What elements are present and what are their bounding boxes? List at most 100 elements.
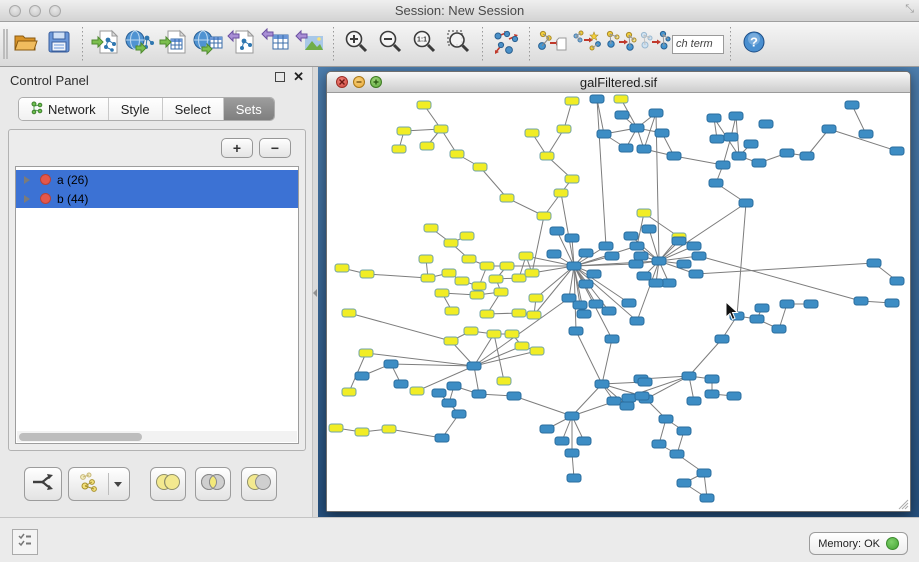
- graph-node[interactable]: [557, 125, 571, 133]
- graph-node[interactable]: [565, 97, 579, 105]
- import-table-file-button[interactable]: [157, 27, 191, 61]
- graph-node[interactable]: [442, 269, 456, 277]
- graph-node[interactable]: [515, 342, 529, 350]
- graph-node[interactable]: [630, 124, 644, 132]
- graph-node[interactable]: [417, 101, 431, 109]
- graph-node[interactable]: [750, 315, 764, 323]
- graph-node[interactable]: [707, 114, 721, 122]
- graph-node[interactable]: [729, 112, 743, 120]
- graph-node[interactable]: [589, 300, 603, 308]
- graph-node[interactable]: [705, 375, 719, 383]
- graph-node[interactable]: [421, 274, 435, 282]
- graph-node[interactable]: [577, 437, 591, 445]
- graph-node[interactable]: [659, 415, 673, 423]
- graph-node[interactable]: [329, 424, 343, 432]
- new-network-from-selection-button[interactable]: [536, 27, 570, 61]
- graph-node[interactable]: [444, 239, 458, 247]
- graph-node[interactable]: [649, 279, 663, 287]
- network-window-titlebar[interactable]: galFiltered.sif: [327, 72, 910, 93]
- graph-node[interactable]: [780, 149, 794, 157]
- graph-node[interactable]: [500, 262, 514, 270]
- graph-node[interactable]: [624, 232, 638, 240]
- graph-node[interactable]: [854, 297, 868, 305]
- graph-node[interactable]: [587, 270, 601, 278]
- graph-node[interactable]: [599, 242, 613, 250]
- graph-node[interactable]: [569, 327, 583, 335]
- graph-node[interactable]: [392, 145, 406, 153]
- graph-node[interactable]: [634, 252, 648, 260]
- graph-node[interactable]: [780, 300, 794, 308]
- collapse-panel-icon[interactable]: [313, 289, 317, 297]
- graph-node[interactable]: [444, 337, 458, 345]
- graph-node[interactable]: [487, 330, 501, 338]
- graph-node[interactable]: [442, 399, 456, 407]
- graph-node[interactable]: [565, 412, 579, 420]
- graph-node[interactable]: [890, 147, 904, 155]
- tab-style[interactable]: Style: [109, 98, 163, 120]
- graph-node[interactable]: [494, 288, 508, 296]
- graph-node[interactable]: [497, 377, 511, 385]
- graph-node[interactable]: [615, 111, 629, 119]
- set-row-a[interactable]: a (26): [16, 170, 298, 189]
- graph-node[interactable]: [410, 387, 424, 395]
- graph-node[interactable]: [602, 307, 616, 315]
- set-union-button[interactable]: [150, 467, 186, 501]
- graph-node[interactable]: [867, 259, 881, 267]
- graph-node[interactable]: [540, 152, 554, 160]
- close-network-icon[interactable]: [336, 76, 348, 88]
- graph-node[interactable]: [537, 212, 551, 220]
- graph-node[interactable]: [629, 260, 643, 268]
- tab-sets[interactable]: Sets: [224, 98, 274, 120]
- graph-node[interactable]: [605, 335, 619, 343]
- graph-node[interactable]: [649, 109, 663, 117]
- zoom-selected-region-button[interactable]: [442, 27, 476, 61]
- network-canvas[interactable]: [327, 93, 910, 511]
- graph-node[interactable]: [709, 179, 723, 187]
- graph-node[interactable]: [614, 95, 628, 103]
- graph-node[interactable]: [845, 101, 859, 109]
- graph-node[interactable]: [447, 382, 461, 390]
- task-history-button[interactable]: [12, 529, 38, 555]
- graph-node[interactable]: [744, 140, 758, 148]
- graph-node[interactable]: [590, 95, 604, 103]
- search-input[interactable]: [672, 35, 724, 54]
- graph-node[interactable]: [642, 225, 656, 233]
- graph-node[interactable]: [804, 300, 818, 308]
- graph-node[interactable]: [464, 327, 478, 335]
- graph-node[interactable]: [472, 390, 486, 398]
- graph-node[interactable]: [595, 380, 609, 388]
- graph-node[interactable]: [724, 133, 738, 141]
- export-network-button[interactable]: [225, 27, 259, 61]
- graph-node[interactable]: [335, 264, 349, 272]
- set-difference-button[interactable]: [241, 467, 277, 501]
- graph-node[interactable]: [682, 372, 696, 380]
- help-button[interactable]: ?: [737, 27, 771, 61]
- graph-node[interactable]: [565, 234, 579, 242]
- graph-node[interactable]: [697, 469, 711, 477]
- export-table-button[interactable]: [259, 27, 293, 61]
- graph-node[interactable]: [567, 474, 581, 482]
- graph-node[interactable]: [512, 274, 526, 282]
- graph-node[interactable]: [605, 252, 619, 260]
- scrollbar-thumb[interactable]: [19, 433, 142, 441]
- graph-node[interactable]: [687, 397, 701, 405]
- remove-set-button[interactable]: −: [259, 138, 291, 158]
- graph-node[interactable]: [700, 494, 714, 502]
- graph-node[interactable]: [462, 255, 476, 263]
- graph-node[interactable]: [419, 255, 433, 263]
- select-hidden-neighbors-button[interactable]: [638, 27, 672, 61]
- graph-node[interactable]: [573, 301, 587, 309]
- graph-node[interactable]: [529, 294, 543, 302]
- graph-node[interactable]: [705, 390, 719, 398]
- graph-node[interactable]: [550, 227, 564, 235]
- add-set-button[interactable]: +: [221, 138, 253, 158]
- graph-node[interactable]: [342, 309, 356, 317]
- graph-node[interactable]: [540, 425, 554, 433]
- graph-node[interactable]: [637, 145, 651, 153]
- graph-node[interactable]: [890, 277, 904, 285]
- expand-triangle-icon[interactable]: [24, 176, 30, 184]
- graph-node[interactable]: [420, 142, 434, 150]
- graph-node[interactable]: [435, 289, 449, 297]
- graph-node[interactable]: [554, 189, 568, 197]
- network-window[interactable]: galFiltered.sif: [326, 71, 911, 512]
